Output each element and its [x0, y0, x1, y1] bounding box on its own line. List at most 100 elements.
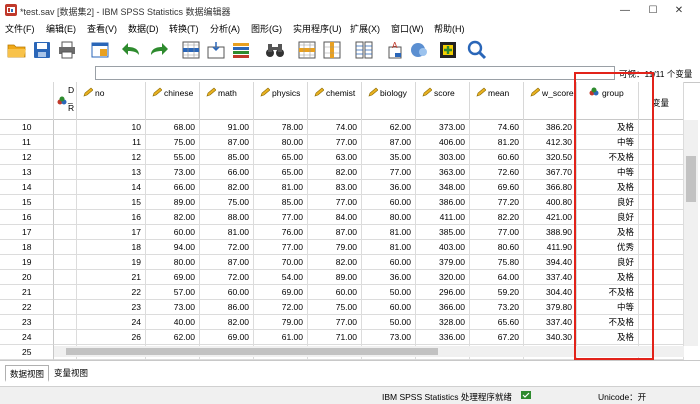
variables-button[interactable] [230, 39, 252, 61]
cell-mean[interactable]: 72.60 [470, 165, 524, 180]
cell-physics[interactable]: 78.00 [254, 120, 308, 135]
cell-chinese[interactable]: 68.00 [146, 120, 200, 135]
cell-chemist[interactable]: 82.00 [308, 165, 362, 180]
find-button[interactable] [264, 39, 286, 61]
cell-no[interactable]: 14 [77, 180, 146, 195]
cell-score[interactable]: 303.00 [416, 150, 470, 165]
column-header-biology[interactable]: biology [362, 82, 416, 120]
menu-file[interactable]: 文件(F) [5, 22, 35, 35]
cell-chinese[interactable]: 60.00 [146, 225, 200, 240]
horizontal-scroll-thumb[interactable] [66, 348, 438, 355]
cell-math[interactable]: 75.00 [200, 195, 254, 210]
cell-biology[interactable]: 77.00 [362, 165, 416, 180]
cell-physics[interactable]: 70.00 [254, 255, 308, 270]
cell-no[interactable]: 23 [77, 300, 146, 315]
cell-score[interactable]: 406.00 [416, 135, 470, 150]
cell-physics[interactable]: 54.00 [254, 270, 308, 285]
tab-data-view[interactable]: 数据视图 [5, 365, 50, 382]
cell-mean[interactable]: 69.60 [470, 180, 524, 195]
cell-biology[interactable]: 60.00 [362, 300, 416, 315]
cell-chemist[interactable]: 74.00 [308, 120, 362, 135]
cell-D_R[interactable] [54, 195, 77, 210]
cell-chinese[interactable]: 75.00 [146, 135, 200, 150]
row-number[interactable]: 15 [0, 195, 54, 210]
cell-no[interactable]: 22 [77, 285, 146, 300]
cell-chinese[interactable]: 80.00 [146, 255, 200, 270]
cell-mean[interactable]: 73.20 [470, 300, 524, 315]
cell-chinese[interactable]: 40.00 [146, 315, 200, 330]
menu-data[interactable]: 数据(D) [128, 22, 159, 35]
cell-D_R[interactable] [54, 270, 77, 285]
menu-view[interactable]: 查看(V) [87, 22, 117, 35]
cell-score[interactable]: 296.00 [416, 285, 470, 300]
cell-score[interactable]: 320.00 [416, 270, 470, 285]
cell-D_R[interactable] [54, 330, 77, 345]
cell-physics[interactable]: 61.00 [254, 330, 308, 345]
cell-physics[interactable]: 81.00 [254, 180, 308, 195]
cell-D_R[interactable] [54, 120, 77, 135]
cell-D_R[interactable] [54, 285, 77, 300]
row-number[interactable]: 24 [0, 330, 54, 345]
cell-biology[interactable]: 60.00 [362, 255, 416, 270]
goto-case-button[interactable] [180, 39, 202, 61]
cell-w_score[interactable]: 386.20 [524, 120, 577, 135]
cell-biology[interactable]: 36.00 [362, 180, 416, 195]
cell-w_score[interactable]: 400.80 [524, 195, 577, 210]
cell-score[interactable]: 373.00 [416, 120, 470, 135]
open-button[interactable] [6, 39, 28, 61]
cell-D_R[interactable] [54, 255, 77, 270]
cell-math[interactable]: 86.00 [200, 300, 254, 315]
cell-math[interactable]: 82.00 [200, 315, 254, 330]
cell-w_score[interactable]: 367.70 [524, 165, 577, 180]
dialog-recall-button[interactable] [89, 39, 111, 61]
row-number[interactable]: 14 [0, 180, 54, 195]
cell-D_R[interactable] [54, 210, 77, 225]
column-header-physics[interactable]: physics [254, 82, 308, 120]
cell-chemist[interactable]: 79.00 [308, 240, 362, 255]
cell-no[interactable]: 10 [77, 120, 146, 135]
insert-variable-button[interactable] [321, 39, 343, 61]
vertical-scrollbar[interactable] [684, 120, 698, 346]
cell-physics[interactable]: 77.00 [254, 240, 308, 255]
cell-mean[interactable]: 65.60 [470, 315, 524, 330]
weight-cases-button[interactable]: A [385, 39, 407, 61]
cell-mean[interactable]: 64.00 [470, 270, 524, 285]
cell-D_R[interactable] [54, 315, 77, 330]
row-number[interactable]: 12 [0, 150, 54, 165]
cell-biology[interactable]: 35.00 [362, 150, 416, 165]
column-header-chemist[interactable]: chemist [308, 82, 362, 120]
row-number[interactable]: 25 [0, 345, 54, 360]
menu-transform[interactable]: 转换(T) [169, 22, 199, 35]
cell-math[interactable]: 81.00 [200, 225, 254, 240]
cell-no[interactable]: 15 [77, 195, 146, 210]
cell-no[interactable]: 18 [77, 240, 146, 255]
cell-chinese[interactable]: 57.00 [146, 285, 200, 300]
cell-physics[interactable]: 76.00 [254, 225, 308, 240]
print-button[interactable] [56, 39, 78, 61]
cell-math[interactable]: 82.00 [200, 180, 254, 195]
cell-physics[interactable]: 77.00 [254, 210, 308, 225]
cell-mean[interactable]: 80.60 [470, 240, 524, 255]
cell-math[interactable]: 88.00 [200, 210, 254, 225]
menu-help[interactable]: 帮助(H) [434, 22, 465, 35]
cell-score[interactable]: 336.00 [416, 330, 470, 345]
cell-chinese[interactable]: 55.00 [146, 150, 200, 165]
cell-chinese[interactable]: 62.00 [146, 330, 200, 345]
cell-physics[interactable]: 80.00 [254, 135, 308, 150]
column-header-math[interactable]: math [200, 82, 254, 120]
column-header-w_score[interactable]: w_score [524, 82, 577, 120]
cell-D_R[interactable] [54, 150, 77, 165]
cell-chinese[interactable]: 69.00 [146, 270, 200, 285]
search-button[interactable] [466, 39, 488, 61]
column-header-score[interactable]: score [416, 82, 470, 120]
cell-mean[interactable]: 77.00 [470, 225, 524, 240]
cell-math[interactable]: 85.00 [200, 150, 254, 165]
tab-variable-view[interactable]: 变量视图 [50, 365, 92, 382]
cell-mean[interactable]: 60.60 [470, 150, 524, 165]
cell-math[interactable]: 72.00 [200, 270, 254, 285]
column-header-chinese[interactable]: chinese [146, 82, 200, 120]
cell-no[interactable]: 17 [77, 225, 146, 240]
cell-biology[interactable]: 50.00 [362, 315, 416, 330]
redo-button[interactable] [147, 39, 169, 61]
cell-no[interactable]: 11 [77, 135, 146, 150]
